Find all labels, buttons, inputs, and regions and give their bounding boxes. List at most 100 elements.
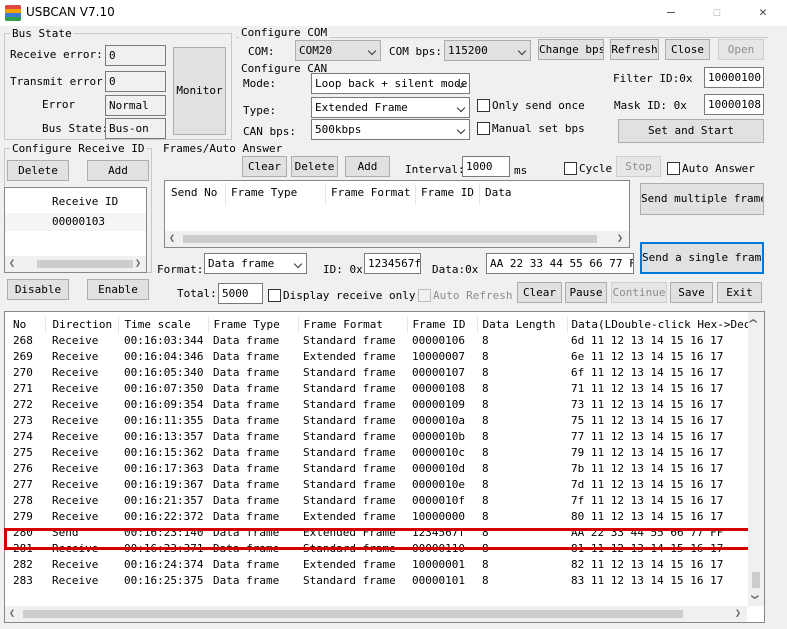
scroll-right-icon[interactable]: ❯ <box>735 607 741 621</box>
save-button[interactable]: Save <box>670 282 713 303</box>
cell-time: 00:16:13:357 <box>124 430 204 443</box>
open-com-button[interactable]: Open <box>718 39 764 60</box>
title-bar: USBCAN V7.10 — ☐ ✕ <box>0 0 787 26</box>
scroll-up-icon[interactable]: ❯ <box>747 318 761 324</box>
filter-id-input[interactable]: 10000100 <box>704 67 764 88</box>
table-row[interactable]: 283 Receive 00:16:25:375 Data frame Standard… <box>5 573 757 589</box>
table-row[interactable]: 274 Receive 00:16:13:357 Data frame Standard… <box>5 429 757 445</box>
cell-frame-type: Data frame <box>213 382 280 395</box>
pause-button[interactable]: Pause <box>565 282 607 303</box>
interval-input[interactable]: 1000 <box>462 156 510 177</box>
stop-button[interactable]: Stop <box>616 156 661 177</box>
close-window-button[interactable]: ✕ <box>740 0 786 26</box>
auto-answer-checkbox[interactable] <box>667 162 680 175</box>
com-bps-select[interactable]: 115200 <box>444 40 531 61</box>
scroll-right-icon[interactable]: ❯ <box>617 232 623 246</box>
cell-data: 71 11 12 13 14 15 16 17 <box>571 382 724 395</box>
chevron-down-icon <box>517 46 527 56</box>
horizontal-scrollbar[interactable]: ❮ ❯ <box>5 256 146 272</box>
receive-id-list[interactable]: Receive ID 00000103 ❮ ❯ <box>4 187 147 273</box>
data-label: Data:0x <box>432 263 479 276</box>
table-row[interactable]: 273 Receive 00:16:11:355 Data frame Standard… <box>5 413 757 429</box>
scroll-left-icon[interactable]: ❮ <box>169 232 175 246</box>
table-row[interactable]: 268 Receive 00:16:03:344 Data frame Standard… <box>5 333 757 349</box>
continue-button[interactable]: Continue <box>611 282 667 303</box>
scroll-thumb[interactable] <box>37 260 133 268</box>
com-value: COM20 <box>299 44 333 57</box>
scroll-thumb[interactable] <box>183 235 597 243</box>
only-send-once-checkbox[interactable] <box>477 99 490 112</box>
table-row[interactable]: 277 Receive 00:16:19:367 Data frame Standard… <box>5 477 757 493</box>
mask-id-input[interactable]: 10000108 <box>704 94 764 115</box>
horizontal-scrollbar[interactable]: ❮ ❯ <box>5 606 747 622</box>
com-select[interactable]: COM20 <box>295 40 381 61</box>
vertical-scrollbar[interactable]: ❯ ❯ <box>748 312 764 606</box>
delete-frame-button[interactable]: Delete <box>291 156 338 177</box>
display-receive-only-checkbox[interactable] <box>268 289 281 302</box>
data-input[interactable]: AA 22 33 44 55 66 77 FF <box>486 253 634 274</box>
chevron-down-icon <box>293 259 303 269</box>
scroll-right-icon[interactable]: ❯ <box>135 257 141 271</box>
add-frame-button[interactable]: Add <box>345 156 390 177</box>
interval-label: Interval: <box>405 163 465 176</box>
manual-set-bps-label: Manual set bps <box>492 122 585 135</box>
cell-frame-format: Standard frame <box>303 334 396 347</box>
disable-button[interactable]: Disable <box>7 279 69 300</box>
cell-data-length: 8 <box>482 382 489 395</box>
table-row[interactable]: 276 Receive 00:16:17:363 Data frame Standard… <box>5 461 757 477</box>
table-row[interactable]: 270 Receive 00:16:05:340 Data frame Standard… <box>5 365 757 381</box>
table-row[interactable]: 282 Receive 00:16:24:374 Data frame Extended… <box>5 557 757 573</box>
manual-set-bps-checkbox[interactable] <box>477 122 490 135</box>
refresh-button[interactable]: Refresh <box>610 39 659 60</box>
frames-list[interactable]: Send No Frame Type Frame Format Frame ID… <box>164 180 630 248</box>
scroll-down-icon[interactable]: ❯ <box>747 594 761 600</box>
delete-receive-id-button[interactable]: Delete <box>7 160 69 181</box>
cell-direction: Receive <box>52 510 99 523</box>
cell-data: 83 11 12 13 14 15 16 17 <box>571 574 724 587</box>
cycle-checkbox[interactable] <box>564 162 577 175</box>
type-select[interactable]: Extended Frame <box>311 97 470 118</box>
scroll-thumb[interactable] <box>752 572 760 588</box>
can-bps-select[interactable]: 500kbps <box>311 119 470 140</box>
send-multiple-frames-button[interactable]: Send multiple frames <box>640 183 764 215</box>
maximize-button[interactable]: ☐ <box>694 0 740 26</box>
cell-frame-type: Data frame <box>213 494 280 507</box>
cell-frame-type: Data frame <box>213 574 280 587</box>
table-row[interactable]: 275 Receive 00:16:15:362 Data frame Standard… <box>5 445 757 461</box>
scroll-thumb[interactable] <box>23 610 683 618</box>
add-receive-id-button[interactable]: Add <box>87 160 149 181</box>
id-input[interactable]: 1234567f <box>364 253 421 274</box>
table-row[interactable]: 269 Receive 00:16:04:346 Data frame Extended… <box>5 349 757 365</box>
auto-refresh-checkbox[interactable] <box>418 289 431 302</box>
send-single-frame-button[interactable]: Send a single frame <box>640 242 764 274</box>
cell-direction: Receive <box>52 430 99 443</box>
close-com-button[interactable]: Close <box>665 39 710 60</box>
change-bps-button[interactable]: Change bps <box>538 39 604 60</box>
minimize-button[interactable]: — <box>648 0 694 26</box>
total-input[interactable]: 5000 <box>218 283 263 304</box>
cell-frame-format: Standard frame <box>303 382 396 395</box>
type-value: Extended Frame <box>315 101 408 114</box>
table-row[interactable]: 279 Receive 00:16:22:372 Data frame Extended… <box>5 509 757 525</box>
enable-button[interactable]: Enable <box>87 279 149 300</box>
cell-no: 272 <box>13 398 33 411</box>
set-and-start-button[interactable]: Set and Start <box>618 119 764 143</box>
scroll-left-icon[interactable]: ❮ <box>9 257 15 271</box>
table-row[interactable]: 272 Receive 00:16:09:354 Data frame Standard… <box>5 397 757 413</box>
message-log[interactable]: No Direction Time scale Frame Type Frame… <box>4 311 765 623</box>
cell-frame-id: 0000010d <box>412 462 465 475</box>
cell-data-length: 8 <box>482 574 489 587</box>
cell-no: 279 <box>13 510 33 523</box>
list-item[interactable]: 00000103 <box>5 213 146 231</box>
clear-frames-button[interactable]: Clear <box>242 156 287 177</box>
monitor-button[interactable]: Monitor <box>173 47 226 135</box>
horizontal-scrollbar[interactable]: ❮ ❯ <box>165 231 629 247</box>
table-row[interactable]: 271 Receive 00:16:07:350 Data frame Standard… <box>5 381 757 397</box>
exit-button[interactable]: Exit <box>717 282 762 303</box>
format-select[interactable]: Data frame <box>204 253 307 274</box>
clear-log-button[interactable]: Clear <box>517 282 562 303</box>
mode-select[interactable]: Loop back + silent mode <box>311 73 470 94</box>
display-receive-only-label: Display receive only <box>283 289 416 302</box>
table-row[interactable]: 278 Receive 00:16:21:357 Data frame Standard… <box>5 493 757 509</box>
scroll-left-icon[interactable]: ❮ <box>9 607 15 621</box>
